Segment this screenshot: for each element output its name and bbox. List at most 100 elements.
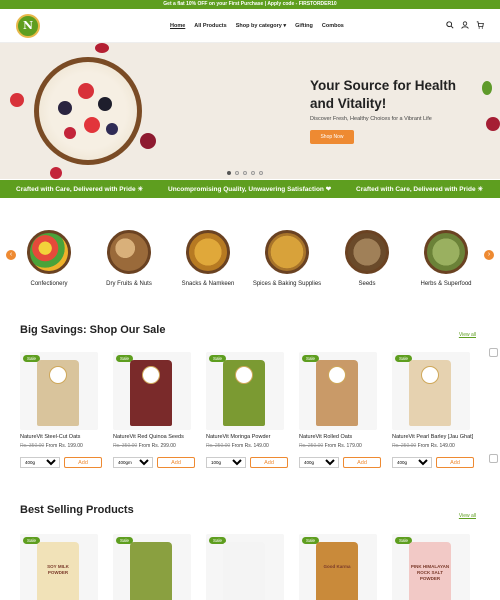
add-to-cart-button[interactable]: Add	[436, 457, 474, 468]
shop-now-button[interactable]: Shop Now	[310, 130, 354, 144]
best-view-all-link[interactable]: View all	[459, 513, 476, 519]
category-label: Dry Fruits & Nuts	[106, 281, 152, 287]
add-to-cart-button[interactable]: Add	[250, 457, 288, 468]
product-image[interactable]: Sale	[392, 352, 470, 430]
product-pack-label: PINK HIMALAYAN ROCK SALT POWDER	[410, 564, 450, 581]
category-label: Spices & Baking Supplies	[252, 281, 322, 287]
product-card[interactable]: Sale NatureVit Moringa Powder Rs. 250.00 F…	[206, 352, 290, 468]
product-original-price: Rs. 350.00	[20, 443, 45, 449]
marquee-text: Crafted with Care, Delivered with Pride …	[356, 186, 484, 193]
product-card[interactable]: Sale PINK HIMALAYAN ROCK SALT POWDER	[392, 534, 476, 600]
carousel-dot[interactable]	[235, 171, 239, 175]
product-image[interactable]: Sale Good Karma	[299, 534, 377, 600]
category-image	[107, 230, 151, 274]
product-name[interactable]: NatureVit Moringa Powder	[206, 434, 290, 440]
hero-title-line2: and Vitality!	[310, 96, 387, 111]
product-name[interactable]: NatureVit Red Quinoa Seeds	[113, 434, 197, 440]
product-card[interactable]: Sale	[113, 534, 197, 600]
carousel-dot[interactable]	[259, 171, 263, 175]
account-icon[interactable]	[461, 21, 469, 29]
cart-icon[interactable]	[476, 21, 484, 29]
product-sale-price: From Rs. 179.00	[324, 443, 362, 449]
category-label: Seeds	[358, 281, 376, 287]
category-image	[186, 230, 230, 274]
carousel-dot[interactable]	[227, 171, 231, 175]
product-image[interactable]: Sale	[113, 352, 191, 430]
marquee-text: Crafted with Care, Delivered with Pride …	[16, 186, 144, 193]
nav-combos[interactable]: Combos	[322, 23, 344, 29]
category-herbs[interactable]: Herbs & Superfood	[411, 230, 481, 288]
product-price: Rs. 250.00 From Rs. 149.00	[206, 443, 290, 449]
product-image[interactable]: Sale PINK HIMALAYAN ROCK SALT POWDER	[392, 534, 470, 600]
category-snacks[interactable]: Snacks & Namkeen	[173, 230, 243, 288]
hero-title: Your Source for Health and Vitality!	[310, 77, 470, 113]
size-select[interactable]: 400g	[20, 457, 60, 468]
product-sale-price: From Rs. 199.00	[45, 443, 83, 449]
sale-section-title: Big Savings: Shop Our Sale	[20, 324, 166, 336]
product-price: Rs. 250.00 From Rs. 179.00	[299, 443, 383, 449]
product-image[interactable]: Sale SOY MILK POWDER	[20, 534, 98, 600]
size-select[interactable]: 400gm	[113, 457, 153, 468]
product-image[interactable]: Sale	[113, 534, 191, 600]
category-carousel: Confectionery Dry Fruits & Nuts Snacks &…	[0, 230, 500, 300]
marquee-text: Uncompromising Quality, Unwavering Satis…	[168, 186, 332, 193]
product-card[interactable]: Sale NatureVit Pearl Barley [Jau Ghat] Rs.…	[392, 352, 476, 468]
size-select[interactable]: 400g	[392, 457, 432, 468]
nav-shop-by-category[interactable]: Shop by category ▾	[236, 23, 286, 29]
add-to-cart-button[interactable]: Add	[64, 457, 102, 468]
promo-banner: Get a flat 10% OFF on your First Purchas…	[0, 0, 500, 9]
product-image[interactable]: Sale	[299, 352, 377, 430]
marquee-strip: Crafted with Care, Delivered with Pride …	[0, 180, 500, 198]
carousel-dots	[227, 171, 263, 175]
product-pack-label: Good Karma	[323, 564, 351, 569]
category-spices[interactable]: Spices & Baking Supplies	[252, 230, 322, 288]
nav-home[interactable]: Home	[170, 23, 185, 29]
hero-title-line1: Your Source for Health	[310, 78, 457, 93]
product-card[interactable]: Sale NatureVit Steel-Cut Oats Rs. 350.00 F…	[20, 352, 104, 468]
main-nav: Home All Products Shop by category ▾ Gif…	[170, 9, 344, 43]
product-card[interactable]: Sale SOY MILK POWDER	[20, 534, 104, 600]
category-label: Snacks & Namkeen	[181, 281, 235, 287]
product-image[interactable]: Sale	[20, 352, 98, 430]
category-dry-fruits[interactable]: Dry Fruits & Nuts	[94, 230, 164, 288]
hero-subtitle: Discover Fresh, Healthy Choices for a Vi…	[310, 116, 432, 122]
product-card[interactable]: Sale Good Karma	[299, 534, 383, 600]
category-label: Herbs & Superfood	[420, 281, 472, 287]
side-widget-icon[interactable]	[489, 454, 498, 463]
sale-view-all-link[interactable]: View all	[459, 332, 476, 338]
hero-banner: Your Source for Health and Vitality! Dis…	[0, 43, 500, 179]
product-name[interactable]: NatureVit Rolled Oats	[299, 434, 383, 440]
product-name[interactable]: NatureVit Pearl Barley [Jau Ghat]	[392, 434, 476, 440]
product-card[interactable]: Sale NatureVit Red Quinoa Seeds Rs. 350.00…	[113, 352, 197, 468]
size-select[interactable]: 100g	[206, 457, 246, 468]
add-to-cart-button[interactable]: Add	[343, 457, 381, 468]
product-card[interactable]: Sale	[206, 534, 290, 600]
category-image	[27, 230, 71, 274]
carousel-dot[interactable]	[251, 171, 255, 175]
category-seeds[interactable]: Seeds	[332, 230, 402, 288]
category-confectionery[interactable]: Confectionery	[14, 230, 84, 288]
add-to-cart-button[interactable]: Add	[157, 457, 195, 468]
product-card[interactable]: Sale NatureVit Rolled Oats Rs. 250.00 From…	[299, 352, 383, 468]
product-image[interactable]: Sale	[206, 534, 284, 600]
nav-all-products[interactable]: All Products	[194, 23, 226, 29]
product-price: Rs. 350.00 From Rs. 299.00	[113, 443, 197, 449]
product-original-price: Rs. 250.00	[392, 443, 417, 449]
brand-logo[interactable]: N	[16, 13, 40, 38]
product-image[interactable]: Sale	[206, 352, 284, 430]
search-icon[interactable]	[446, 21, 454, 29]
product-original-price: Rs. 350.00	[113, 443, 138, 449]
side-widget-icon[interactable]	[489, 348, 498, 357]
category-label: Confectionery	[30, 281, 68, 287]
best-section-title: Best Selling Products	[20, 504, 134, 516]
product-original-price: Rs. 250.00	[206, 443, 231, 449]
nav-gifting[interactable]: Gifting	[295, 23, 313, 29]
category-image	[265, 230, 309, 274]
product-price: Rs. 250.00 From Rs. 149.00	[392, 443, 476, 449]
size-select[interactable]: 400g	[299, 457, 339, 468]
product-original-price: Rs. 250.00	[299, 443, 324, 449]
product-name[interactable]: NatureVit Steel-Cut Oats	[20, 434, 104, 440]
category-image	[345, 230, 389, 274]
carousel-dot[interactable]	[243, 171, 247, 175]
product-sale-price: From Rs. 149.00	[417, 443, 455, 449]
